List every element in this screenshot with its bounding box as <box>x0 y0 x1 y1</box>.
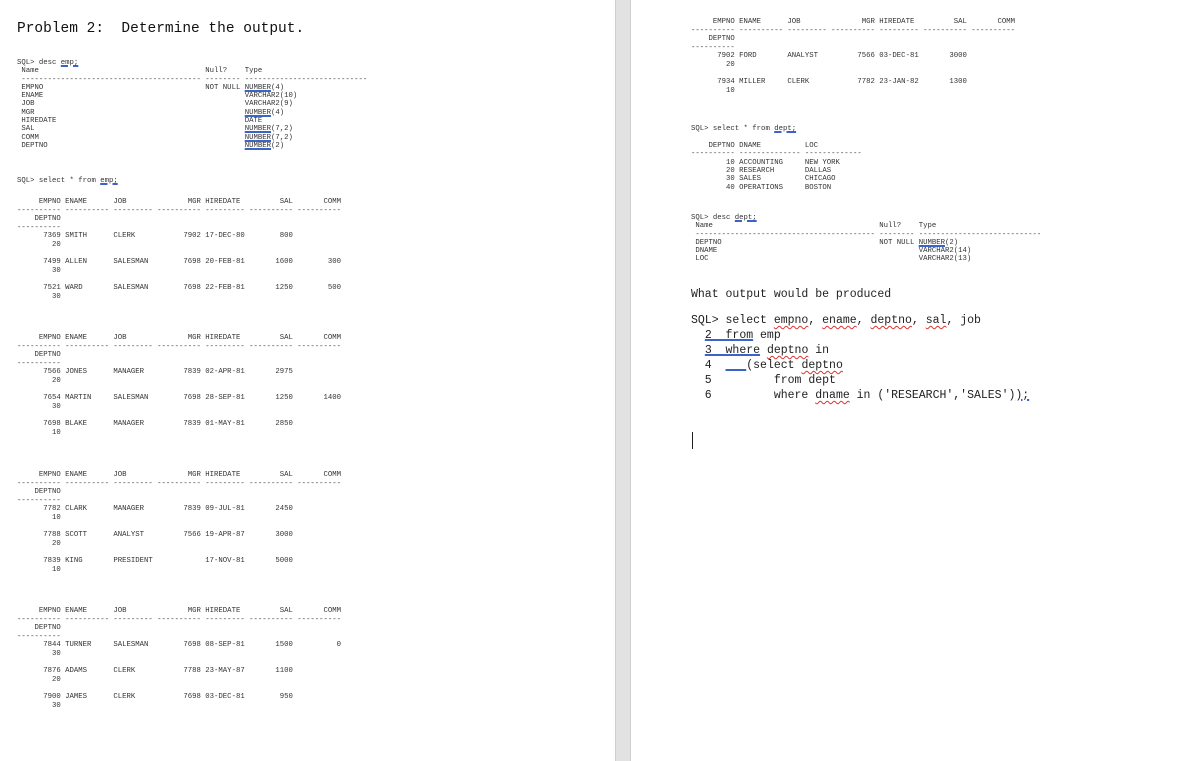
table-row: 7844 TURNER SALESMAN 7698 08-SEP-81 1500… <box>43 641 342 658</box>
desc-row: DNAME VARCHAR2(14) <box>691 247 972 256</box>
desc-row: COMM NUMBER(7,2) <box>17 133 293 142</box>
emp-result-page: EMPNO ENAME JOB MGR HIREDATE SAL COMM --… <box>17 198 342 301</box>
emp-result-page: EMPNO ENAME JOB MGR HIREDATE SAL COMM --… <box>691 18 1016 95</box>
table-row: 7902 FORD ANALYST 7566 03-DEC-81 3000 20 <box>717 52 967 69</box>
desc-row: ENAME VARCHAR2(10) <box>17 92 298 101</box>
query-line: 3 where deptno in <box>704 344 830 357</box>
desc-dept-output: SQL> desc dept; Name Null? Type --------… <box>691 214 1042 264</box>
table-row: 7934 MILLER CLERK 7782 23-JAN-82 1300 10 <box>717 78 967 95</box>
query-line: SQL> select empno, ename, deptno, sal, j… <box>691 314 981 327</box>
question-text: What output would be produced <box>691 288 892 301</box>
table-row: 30 SALES CHICAGO <box>691 175 836 184</box>
table-row: 7788 SCOTT ANALYST 7566 19-APR-87 3000 2… <box>43 531 293 548</box>
table-row: 7900 JAMES CLERK 7698 03-DEC-81 950 30 <box>43 692 293 710</box>
text-cursor <box>692 432 693 449</box>
document-page-left: Problem 2: Determine the output. SQL> de… <box>0 0 615 761</box>
table-row: 7521 WARD SALESMAN 7698 22-FEB-81 1250 5… <box>43 283 342 301</box>
desc-emp-output: SQL> desc emp; Name Null? Type ---------… <box>17 59 368 150</box>
desc-row: DEPTNO NOT NULL NUMBER(2) <box>691 238 959 247</box>
emp-result-page: EMPNO ENAME JOB MGR HIREDATE SAL COMM --… <box>17 471 342 574</box>
table-row: 10 ACCOUNTING NEW YORK <box>691 158 840 167</box>
table-row: 7782 CLARK MANAGER 7839 09-JUL-81 2450 1… <box>43 505 293 522</box>
desc-row: HIREDATE DATE <box>17 117 263 126</box>
table-row: 7839 KING PRESIDENT 17-NOV-81 5000 10 <box>43 556 293 574</box>
table-row: 7654 MARTIN SALESMAN 7698 28-SEP-81 1250… <box>43 394 342 411</box>
table-row: 7566 JONES MANAGER 7839 02-APR-81 2975 2… <box>43 368 293 385</box>
sql-query: SQL> select empno, ename, deptno, sal, j… <box>691 313 1029 403</box>
desc-row: SAL NUMBER(7,2) <box>17 125 293 134</box>
desc-row: JOB VARCHAR2(9) <box>17 100 293 109</box>
query-line: 2 from emp <box>704 329 781 342</box>
table-row: 7698 BLAKE MANAGER 7839 01-MAY-81 2850 1… <box>43 419 293 437</box>
desc-row: LOC VARCHAR2(13) <box>691 255 972 264</box>
desc-row: MGR NUMBER(4) <box>17 108 285 117</box>
table-row: 7876 ADAMS CLERK 7788 23-MAY-87 1100 20 <box>43 667 293 684</box>
problem-title: Problem 2: Determine the output. <box>17 21 305 37</box>
table-name: dept; <box>734 214 757 222</box>
emp-result-page: EMPNO ENAME JOB MGR HIREDATE SAL COMM --… <box>17 607 342 710</box>
query-line: 4 (select deptno <box>691 359 843 372</box>
select-emp-command: SQL> select * from emp; <box>17 177 118 185</box>
query-line: 5 from dept <box>691 374 836 387</box>
document-page-right: EMPNO ENAME JOB MGR HIREDATE SAL COMM --… <box>631 0 1200 761</box>
table-row: 7499 ALLEN SALESMAN 7698 20-FEB-81 1600 … <box>43 258 342 275</box>
table-name: emp; <box>60 59 79 67</box>
table-row: 7369 SMITH CLERK 7902 17-DEC-80 800 20 <box>43 232 293 249</box>
query-line: 6 where dname in ('RESEARCH','SALES')); <box>691 389 1030 402</box>
select-dept-output: SQL> select * from dept; DEPTNO DNAME LO… <box>691 125 862 192</box>
emp-result-page: EMPNO ENAME JOB MGR HIREDATE SAL COMM --… <box>17 334 342 437</box>
table-row: 20 RESEARCH DALLAS <box>691 167 832 176</box>
desc-row: EMPNO NOT NULL NUMBER(4) <box>17 83 285 92</box>
desc-row: DEPTNO NUMBER(2) <box>17 141 285 150</box>
page-separator <box>615 0 631 761</box>
table-row: 40 OPERATIONS BOSTON <box>691 183 832 192</box>
